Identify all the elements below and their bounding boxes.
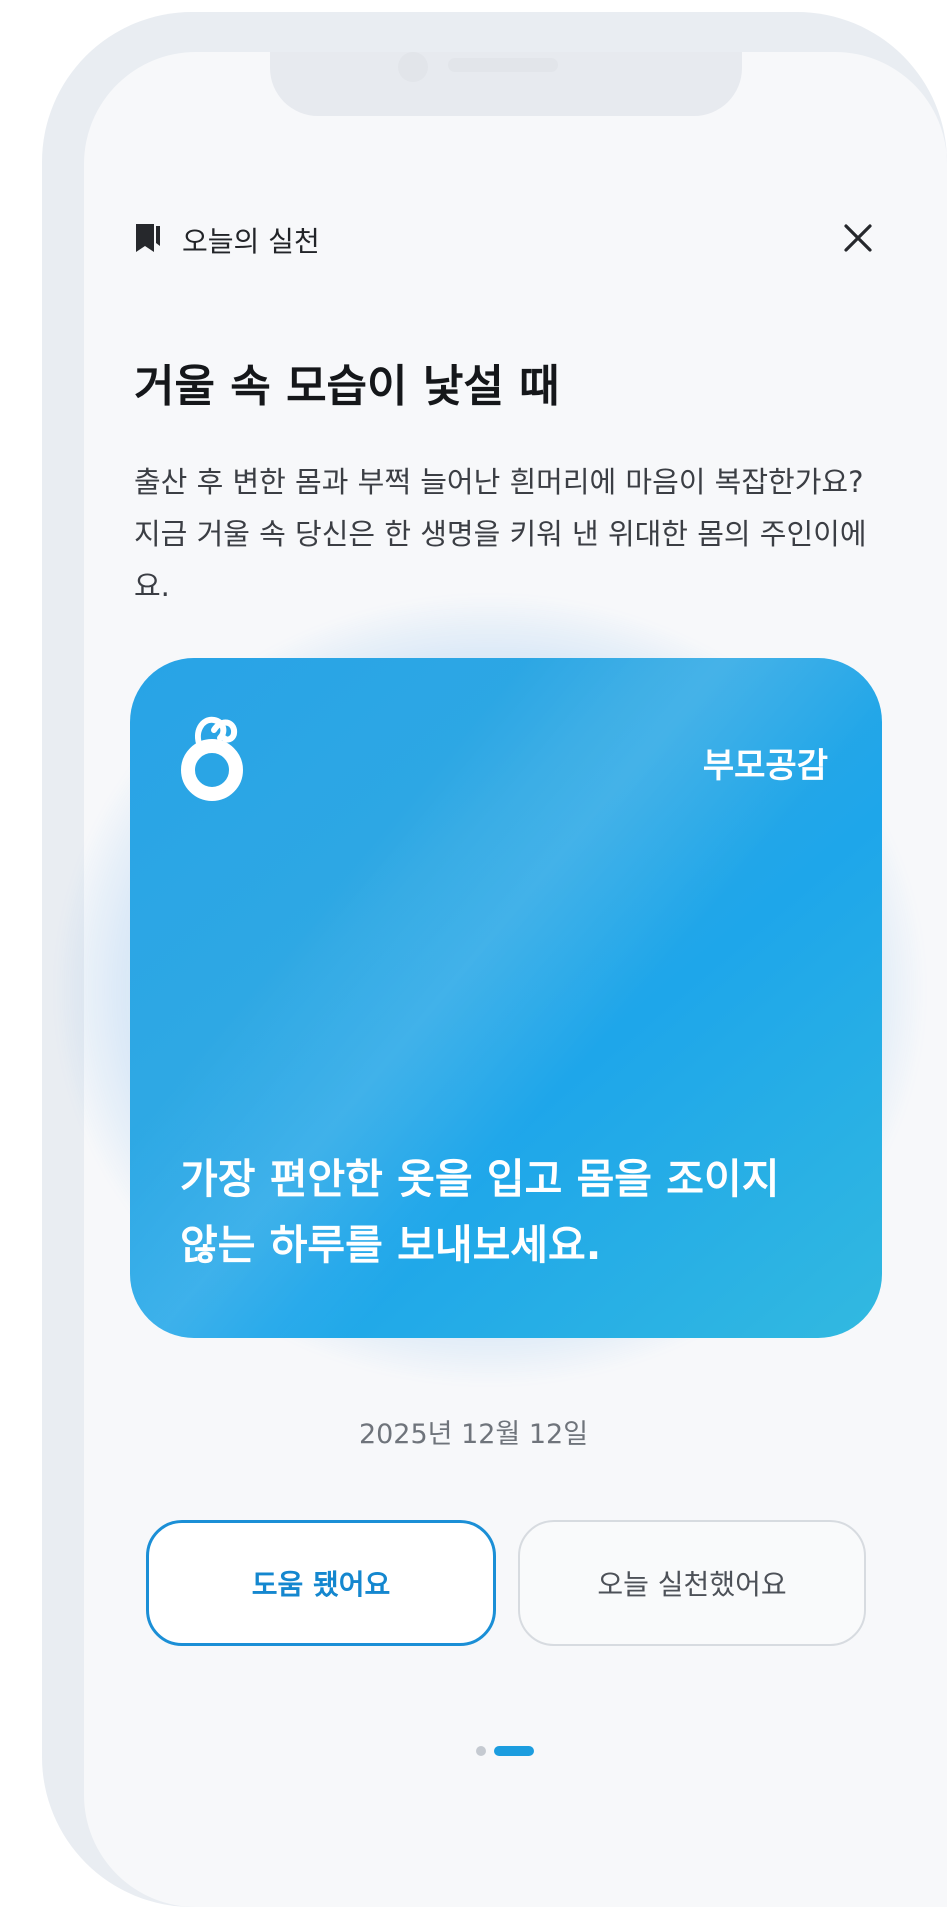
date-label: 2025년 12월 12일 (358, 1419, 589, 1450)
phone-notch (270, 52, 742, 116)
page-title: 거울 속 모습이 낯설 때 (134, 361, 560, 412)
brand-logo-icon (181, 716, 243, 801)
header: 오늘의 실천 (134, 210, 878, 266)
bookmark-icon (136, 224, 160, 252)
page-dot-2-active[interactable] (494, 1746, 534, 1756)
card-message: 가장 편안한 옷을 입고 몸을 조이지 않는 하루를 보내보세요. (180, 1155, 780, 1269)
card-brand: 부모공감 (702, 746, 828, 786)
page-dot-1[interactable] (476, 1746, 486, 1756)
helped-button[interactable]: 도움 됐어요 (146, 1520, 496, 1646)
practice-card: 부모공감 가장 편안한 옷을 입고 몸을 조이지 않는 하루를 보내보세요. (130, 658, 882, 1338)
practiced-today-button[interactable]: 오늘 실천했어요 (518, 1520, 866, 1646)
close-icon[interactable] (838, 218, 878, 258)
description: 출산 후 변한 몸과 부쩍 늘어난 흰머리에 마음이 복잡한가요? 지금 거울 … (134, 465, 867, 603)
header-label: 오늘의 실천 (182, 225, 320, 258)
